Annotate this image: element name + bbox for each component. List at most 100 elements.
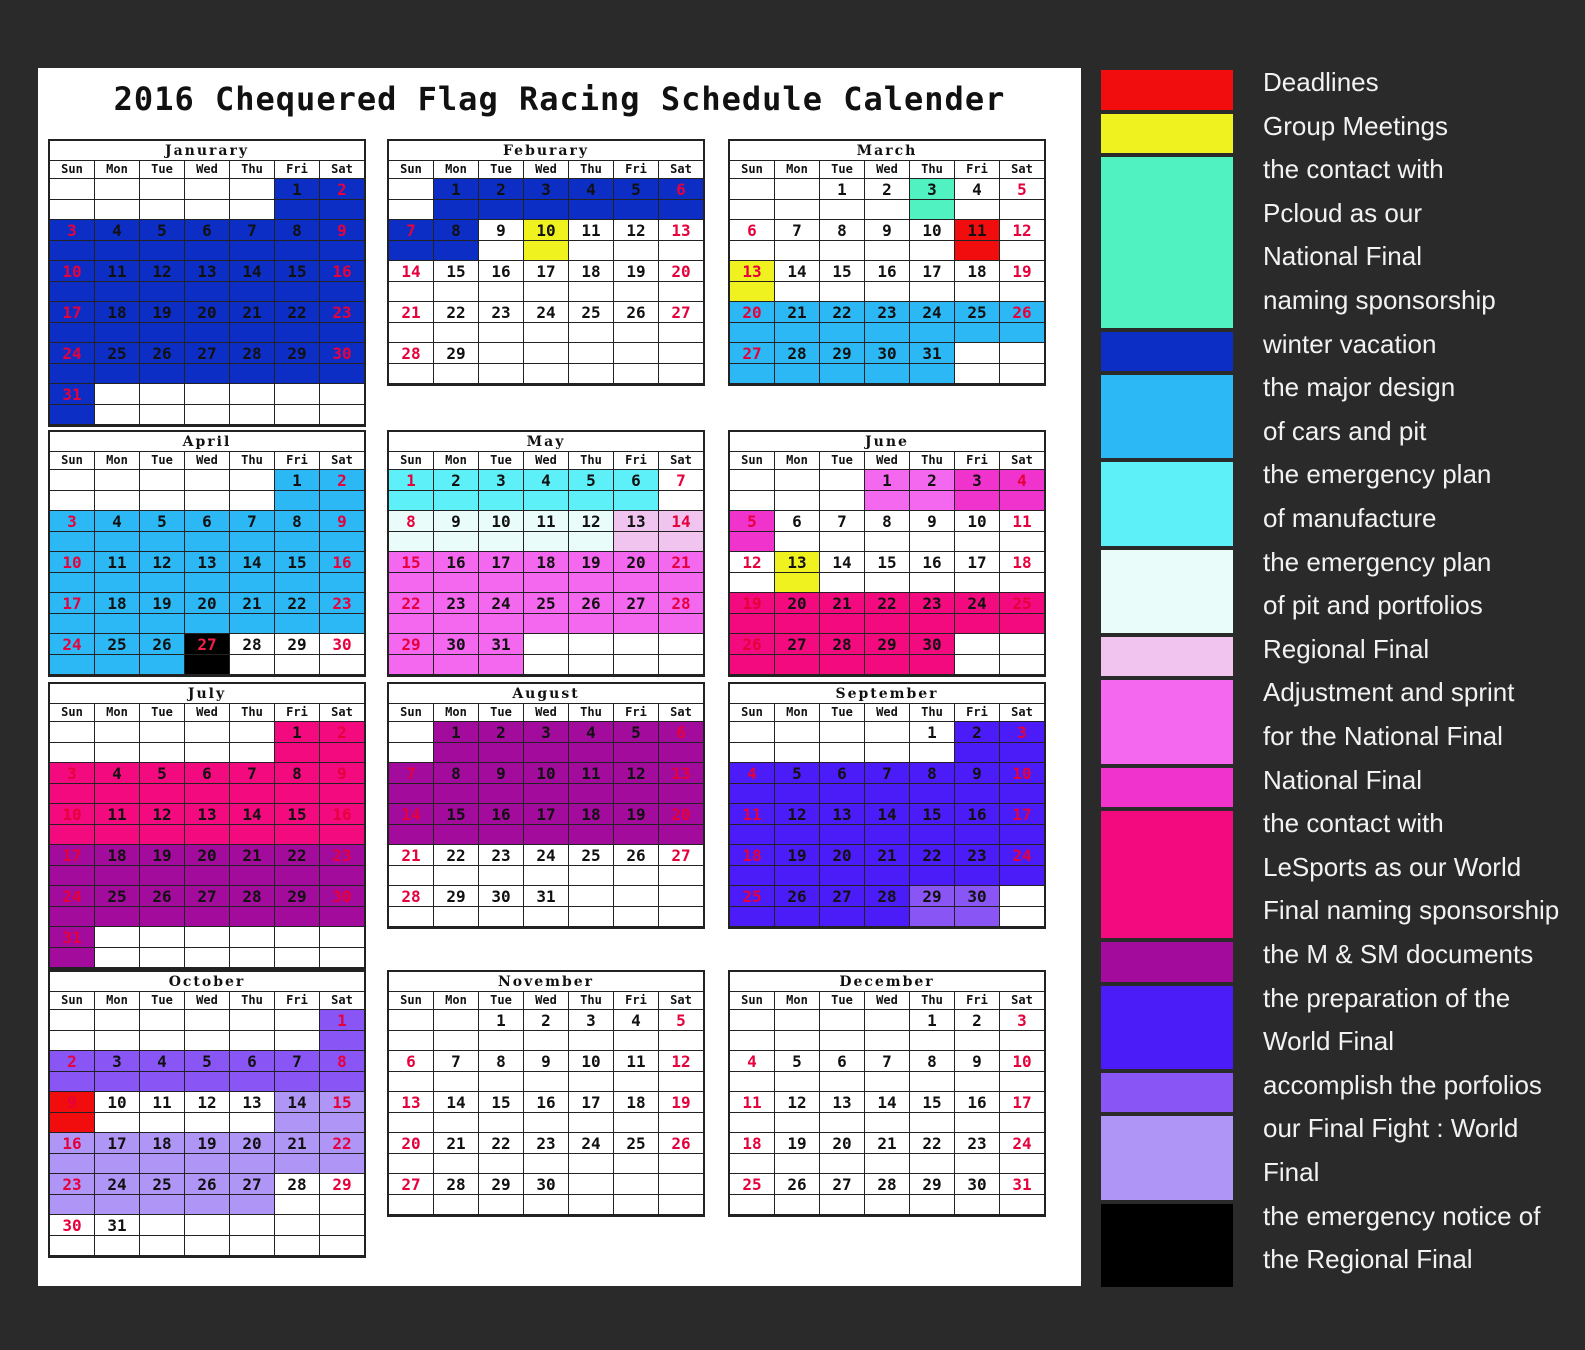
day-cell[interactable]: 5 [659, 1010, 703, 1051]
day-cell[interactable] [434, 1010, 479, 1051]
day-cell[interactable]: 6 [185, 763, 230, 804]
day-cell[interactable]: 15 [910, 804, 955, 845]
day-cell[interactable]: 23 [479, 302, 524, 343]
day-cell[interactable] [955, 634, 1000, 675]
day-cell[interactable]: 23 [320, 593, 364, 634]
day-cell[interactable]: 18 [140, 1133, 185, 1174]
day-cell[interactable]: 23 [434, 593, 479, 634]
day-cell[interactable]: 16 [479, 261, 524, 302]
day-cell[interactable]: 15 [275, 552, 320, 593]
day-cell[interactable]: 6 [230, 1051, 275, 1092]
day-cell[interactable] [614, 343, 659, 384]
day-cell[interactable]: 2 [320, 470, 364, 511]
day-cell[interactable]: 5 [614, 179, 659, 220]
day-cell[interactable] [140, 179, 185, 220]
day-cell[interactable]: 9 [479, 763, 524, 804]
day-cell[interactable]: 13 [230, 1092, 275, 1133]
day-cell[interactable]: 11 [95, 804, 140, 845]
day-cell[interactable]: 29 [865, 634, 910, 675]
day-cell[interactable]: 27 [185, 343, 230, 384]
day-cell[interactable]: 17 [524, 261, 569, 302]
day-cell[interactable]: 6 [614, 470, 659, 511]
day-cell[interactable]: 28 [275, 1174, 320, 1215]
day-cell[interactable] [230, 384, 275, 425]
day-cell[interactable]: 22 [275, 593, 320, 634]
day-cell[interactable] [275, 1215, 320, 1256]
day-cell[interactable]: 31 [524, 886, 569, 927]
day-cell[interactable]: 4 [95, 511, 140, 552]
day-cell[interactable]: 9 [479, 220, 524, 261]
day-cell[interactable]: 7 [230, 220, 275, 261]
day-cell[interactable]: 6 [730, 220, 775, 261]
day-cell[interactable]: 14 [230, 261, 275, 302]
day-cell[interactable]: 15 [434, 804, 479, 845]
day-cell[interactable]: 20 [659, 261, 703, 302]
day-cell[interactable] [275, 927, 320, 968]
day-cell[interactable]: 4 [140, 1051, 185, 1092]
day-cell[interactable]: 16 [910, 552, 955, 593]
day-cell[interactable]: 25 [569, 302, 614, 343]
day-cell[interactable]: 20 [230, 1133, 275, 1174]
day-cell[interactable] [820, 722, 865, 763]
day-cell[interactable]: 26 [775, 886, 820, 927]
day-cell[interactable]: 30 [320, 343, 364, 384]
day-cell[interactable]: 14 [275, 1092, 320, 1133]
day-cell[interactable] [230, 722, 275, 763]
day-cell[interactable]: 31 [50, 927, 95, 968]
day-cell[interactable]: 8 [275, 511, 320, 552]
day-cell[interactable]: 29 [275, 634, 320, 675]
day-cell[interactable]: 19 [185, 1133, 230, 1174]
day-cell[interactable]: 28 [775, 343, 820, 384]
day-cell[interactable] [389, 179, 434, 220]
day-cell[interactable] [275, 1010, 320, 1051]
day-cell[interactable]: 26 [775, 1174, 820, 1215]
day-cell[interactable]: 23 [50, 1174, 95, 1215]
day-cell[interactable]: 3 [524, 179, 569, 220]
day-cell[interactable]: 30 [479, 886, 524, 927]
day-cell[interactable]: 16 [320, 261, 364, 302]
day-cell[interactable]: 26 [569, 593, 614, 634]
day-cell[interactable]: 16 [320, 552, 364, 593]
day-cell[interactable]: 19 [614, 804, 659, 845]
day-cell[interactable]: 18 [524, 552, 569, 593]
day-cell[interactable] [569, 1174, 614, 1215]
day-cell[interactable] [569, 343, 614, 384]
day-cell[interactable]: 10 [479, 511, 524, 552]
day-cell[interactable]: 4 [524, 470, 569, 511]
day-cell[interactable]: 28 [659, 593, 703, 634]
day-cell[interactable] [50, 179, 95, 220]
day-cell[interactable] [389, 722, 434, 763]
day-cell[interactable]: 12 [659, 1051, 703, 1092]
day-cell[interactable]: 8 [434, 763, 479, 804]
day-cell[interactable]: 20 [730, 302, 775, 343]
day-cell[interactable]: 18 [730, 845, 775, 886]
day-cell[interactable]: 4 [955, 179, 1000, 220]
day-cell[interactable]: 13 [389, 1092, 434, 1133]
day-cell[interactable]: 28 [434, 1174, 479, 1215]
day-cell[interactable]: 4 [95, 220, 140, 261]
day-cell[interactable]: 17 [955, 552, 1000, 593]
day-cell[interactable]: 15 [910, 1092, 955, 1133]
day-cell[interactable]: 21 [434, 1133, 479, 1174]
day-cell[interactable]: 19 [1000, 261, 1044, 302]
day-cell[interactable]: 13 [659, 763, 703, 804]
day-cell[interactable] [230, 179, 275, 220]
day-cell[interactable]: 21 [230, 845, 275, 886]
day-cell[interactable]: 15 [865, 552, 910, 593]
day-cell[interactable]: 22 [275, 845, 320, 886]
day-cell[interactable]: 22 [275, 302, 320, 343]
day-cell[interactable]: 21 [775, 302, 820, 343]
day-cell[interactable]: 29 [275, 343, 320, 384]
day-cell[interactable]: 12 [140, 261, 185, 302]
day-cell[interactable]: 2 [865, 179, 910, 220]
day-cell[interactable]: 3 [479, 470, 524, 511]
day-cell[interactable]: 8 [275, 220, 320, 261]
day-cell[interactable] [185, 927, 230, 968]
day-cell[interactable]: 23 [955, 845, 1000, 886]
day-cell[interactable]: 12 [775, 1092, 820, 1133]
day-cell[interactable]: 31 [95, 1215, 140, 1256]
day-cell[interactable]: 6 [659, 722, 703, 763]
day-cell[interactable] [865, 722, 910, 763]
day-cell[interactable]: 29 [479, 1174, 524, 1215]
day-cell[interactable]: 17 [524, 804, 569, 845]
